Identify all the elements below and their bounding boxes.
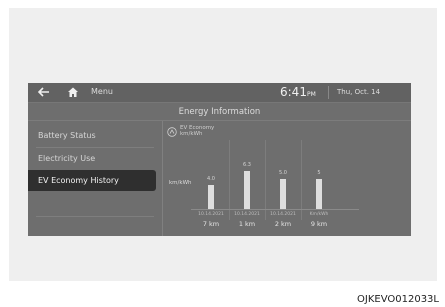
chart-tick-label: Km/kWh	[309, 212, 329, 217]
chart-baseline	[191, 209, 359, 210]
back-arrow-icon[interactable]	[37, 86, 51, 98]
menu-item-battery-status[interactable]: Battery Status	[28, 125, 162, 147]
legend-unit: km/kWh	[180, 131, 203, 137]
menu-item-ev-economy-history[interactable]: EV Economy History	[28, 170, 156, 191]
clock-time: 6:41	[280, 85, 307, 99]
chart-bar	[280, 179, 286, 209]
top-bar: Menu 6:41PM Thu, Oct. 14	[28, 83, 411, 103]
clock-suffix: PM	[306, 91, 316, 98]
chart-tick-label: 10.14.2021	[234, 212, 260, 217]
chart-bar	[244, 171, 250, 209]
content-separator	[162, 121, 163, 236]
chart-gridline	[229, 140, 230, 220]
chart-bar-value: 4.0	[207, 176, 215, 182]
chart-tick-label: 10.14.2021	[270, 212, 296, 217]
ev-economy-icon	[167, 127, 177, 137]
chart-distance-label: 7 km	[202, 220, 220, 228]
title-divider	[28, 120, 411, 121]
chart-tick-label: 10.14.2021	[198, 212, 224, 217]
y-axis-label: km/kWh	[169, 180, 192, 186]
legend: EV Economy km/kWh	[180, 125, 214, 137]
chart-distance-label: 2 km	[274, 220, 292, 228]
topbar-divider	[328, 86, 329, 99]
page-title: Energy Information	[178, 107, 261, 117]
date-display: Thu, Oct. 14	[337, 88, 381, 96]
chart-bar	[316, 179, 322, 209]
clock: 6:41PM	[280, 85, 316, 99]
menu-item-electricity-use[interactable]: Electricity Use	[28, 148, 162, 170]
chart-bar-value: 5.0	[279, 170, 287, 176]
chart-bar-value: 6.3	[243, 162, 251, 169]
menu-divider	[36, 216, 154, 217]
menu-button[interactable]: Menu	[91, 87, 113, 96]
chart-gridline	[265, 140, 266, 220]
home-icon[interactable]	[67, 86, 79, 98]
chart-gridline	[301, 140, 302, 220]
figure-code: OJKEVO012033L	[357, 294, 439, 305]
chart-bar	[208, 185, 214, 209]
chart-distance-label: 9 km	[310, 220, 328, 228]
chart-distance-label: 1 km	[238, 220, 256, 228]
infotainment-screen: Menu 6:41PM Thu, Oct. 14 Energy Informat…	[28, 83, 411, 236]
chart-bar-value: 5	[317, 170, 321, 176]
